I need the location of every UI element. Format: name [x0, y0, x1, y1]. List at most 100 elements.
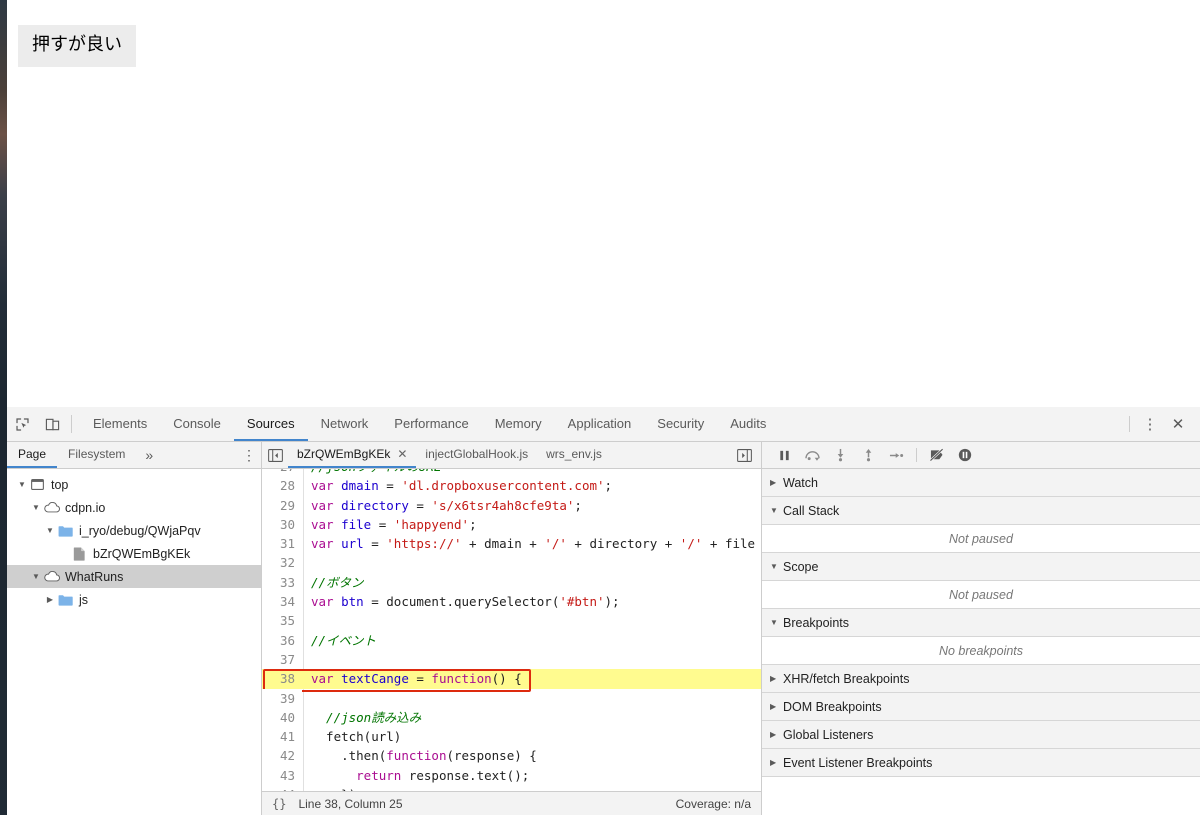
line-number[interactable]: 42 — [262, 746, 302, 766]
line-number[interactable]: 32 — [262, 553, 302, 573]
editor-tab-injectglobalhook[interactable]: injectGlobalHook.js — [416, 442, 537, 468]
line-number[interactable]: 29 — [262, 495, 302, 515]
section-label: DOM Breakpoints — [783, 699, 882, 714]
code-text[interactable]: return response.text(); — [302, 766, 761, 785]
tab-application[interactable]: Application — [555, 407, 645, 441]
code-text[interactable]: //ボタン — [302, 573, 761, 592]
step-over-button[interactable] — [798, 443, 826, 467]
file-tree: ▼ top ▼ cdpn.io ▼ i_ryo/debug/QWjaPqv bZ… — [7, 469, 261, 815]
line-number[interactable]: 36 — [262, 630, 302, 650]
line-number[interactable]: 39 — [262, 688, 302, 708]
line-number[interactable]: 44 — [262, 785, 302, 791]
code-text[interactable]: //イベント — [302, 631, 761, 650]
twisty-right-icon[interactable]: ▶ — [43, 595, 57, 604]
editor-tab-bzrqwembgkek[interactable]: bZrQWEmBgKEk ✕ — [288, 442, 417, 468]
code-text[interactable]: var file = 'happyend'; — [302, 515, 761, 534]
section-label: Event Listener Breakpoints — [783, 755, 933, 770]
show-debugger-icon[interactable] — [731, 442, 757, 468]
section-scope[interactable]: ▼ Scope — [762, 553, 1200, 581]
tab-elements[interactable]: Elements — [80, 407, 160, 441]
twisty-down-icon[interactable]: ▼ — [43, 526, 57, 535]
twisty-right-icon[interactable]: ▶ — [770, 478, 783, 487]
code-text[interactable]: }) — [302, 785, 761, 791]
code-editor[interactable]: 27//jsonファイルのURL28var dmain = 'dl.dropbo… — [262, 469, 761, 791]
show-navigator-icon[interactable] — [262, 442, 288, 468]
line-number[interactable]: 33 — [262, 572, 302, 593]
line-number[interactable]: 27 — [262, 469, 302, 477]
code-text[interactable]: var directory = 's/x6tsr4ah8cfe9ta'; — [302, 496, 761, 515]
section-dom-breakpoints[interactable]: ▶ DOM Breakpoints — [762, 693, 1200, 721]
editor-tab-close-icon[interactable]: ✕ — [397, 447, 407, 461]
line-number[interactable]: 28 — [262, 476, 302, 496]
section-xhr-fetch-breakpoints[interactable]: ▶ XHR/fetch Breakpoints — [762, 665, 1200, 693]
tree-row-i-ryo-debug[interactable]: ▼ i_ryo/debug/QWjaPqv — [7, 519, 261, 542]
tab-console[interactable]: Console — [160, 407, 234, 441]
code-text[interactable]: var dmain = 'dl.dropboxusercontent.com'; — [302, 476, 761, 495]
section-breakpoints[interactable]: ▼ Breakpoints — [762, 609, 1200, 637]
navigator-more-options-icon[interactable]: ⋮ — [237, 442, 261, 468]
twisty-down-icon[interactable]: ▼ — [29, 503, 43, 512]
twisty-down-icon[interactable]: ▼ — [15, 480, 29, 489]
code-text[interactable]: .then(function(response) { — [302, 746, 761, 765]
devtools-panel: Elements Console Sources Network Perform… — [0, 407, 1200, 815]
code-text[interactable]: var textCange = function() { — [302, 669, 761, 689]
press-button[interactable]: 押すが良い — [18, 25, 136, 67]
line-number[interactable]: 40 — [262, 707, 302, 728]
tab-performance[interactable]: Performance — [381, 407, 481, 441]
tree-row-cdpn-io[interactable]: ▼ cdpn.io — [7, 496, 261, 519]
tree-row-bzrqwembgkek[interactable]: ▶ bZrQWEmBgKEk — [7, 542, 261, 565]
code-text[interactable]: //jsonファイルのURL — [302, 469, 761, 476]
code-text[interactable]: var btn = document.querySelector('#btn')… — [302, 592, 761, 611]
nav-more-tabs-icon[interactable]: » — [136, 442, 162, 468]
more-options-icon[interactable]: ⋮ — [1136, 407, 1164, 441]
tab-network[interactable]: Network — [308, 407, 382, 441]
tab-audits[interactable]: Audits — [717, 407, 779, 441]
twisty-down-icon[interactable]: ▼ — [770, 618, 783, 627]
line-number[interactable]: 43 — [262, 765, 302, 786]
inspect-element-icon[interactable] — [7, 407, 37, 441]
twisty-right-icon[interactable]: ▶ — [770, 730, 783, 739]
line-number[interactable]: 35 — [262, 611, 302, 631]
editor-tab-wrs-env[interactable]: wrs_env.js — [537, 442, 611, 468]
pause-on-exceptions-button[interactable] — [951, 443, 979, 467]
code-line: 40 //json読み込み — [262, 707, 761, 728]
device-toolbar-icon[interactable] — [37, 407, 67, 441]
code-text[interactable]: var url = 'https://' + dmain + '/' + dir… — [302, 534, 761, 553]
tree-row-top[interactable]: ▼ top — [7, 473, 261, 496]
twisty-down-icon[interactable]: ▼ — [770, 506, 783, 515]
twisty-right-icon[interactable]: ▶ — [770, 758, 783, 767]
tree-row-whatruns[interactable]: ▼ WhatRuns — [7, 565, 261, 588]
twisty-right-icon[interactable]: ▶ — [770, 674, 783, 683]
twisty-right-icon[interactable]: ▶ — [770, 702, 783, 711]
line-number[interactable]: 34 — [262, 592, 302, 612]
pretty-print-icon[interactable]: {} — [272, 797, 286, 811]
resume-pause-button[interactable] — [770, 443, 798, 467]
navigator-tabbar-spacer — [162, 442, 237, 468]
tree-row-js[interactable]: ▶ js — [7, 588, 261, 611]
line-number[interactable]: 38 — [262, 669, 302, 689]
page-viewport: 押すが良い — [7, 0, 1200, 407]
line-number[interactable]: 41 — [262, 727, 302, 747]
line-number[interactable]: 30 — [262, 514, 302, 535]
step-into-button[interactable] — [826, 443, 854, 467]
line-number[interactable]: 37 — [262, 649, 302, 670]
section-global-listeners[interactable]: ▶ Global Listeners — [762, 721, 1200, 749]
tab-sources[interactable]: Sources — [233, 407, 308, 441]
line-number[interactable]: 31 — [262, 534, 302, 554]
deactivate-breakpoints-button[interactable] — [923, 443, 951, 467]
step-button[interactable] — [882, 443, 910, 467]
section-call-stack[interactable]: ▼ Call Stack — [762, 497, 1200, 525]
code-line: 37 — [262, 649, 761, 670]
twisty-down-icon[interactable]: ▼ — [29, 572, 43, 581]
section-event-listener-breakpoints[interactable]: ▶ Event Listener Breakpoints — [762, 749, 1200, 777]
twisty-down-icon[interactable]: ▼ — [770, 562, 783, 571]
close-devtools-icon[interactable]: ✕ — [1164, 407, 1192, 441]
tab-security[interactable]: Security — [644, 407, 717, 441]
tab-memory[interactable]: Memory — [482, 407, 555, 441]
code-text[interactable]: fetch(url) — [302, 727, 761, 746]
nav-tab-filesystem[interactable]: Filesystem — [57, 442, 136, 468]
nav-tab-page[interactable]: Page — [7, 442, 58, 468]
step-out-button[interactable] — [854, 443, 882, 467]
code-text[interactable]: //json読み込み — [302, 708, 761, 727]
section-watch[interactable]: ▶ Watch — [762, 469, 1200, 497]
